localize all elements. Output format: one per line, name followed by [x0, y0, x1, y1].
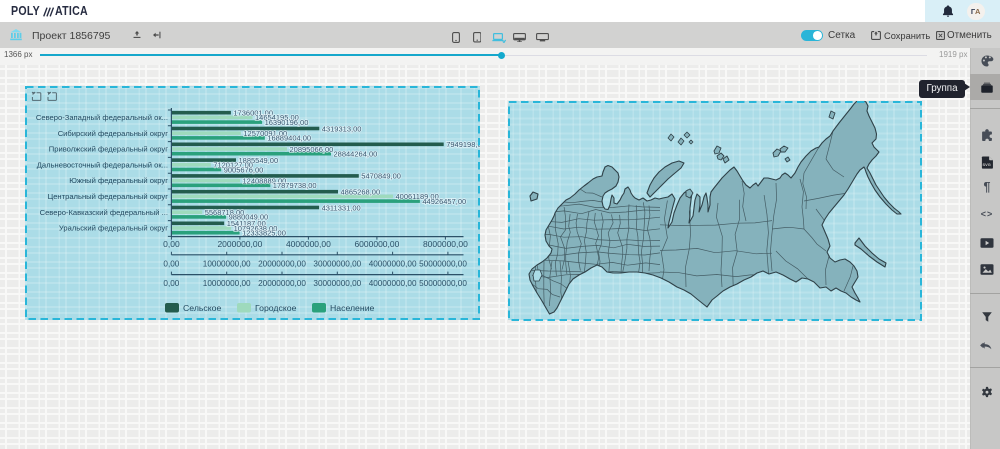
svg-text:SVG: SVG: [983, 162, 991, 167]
